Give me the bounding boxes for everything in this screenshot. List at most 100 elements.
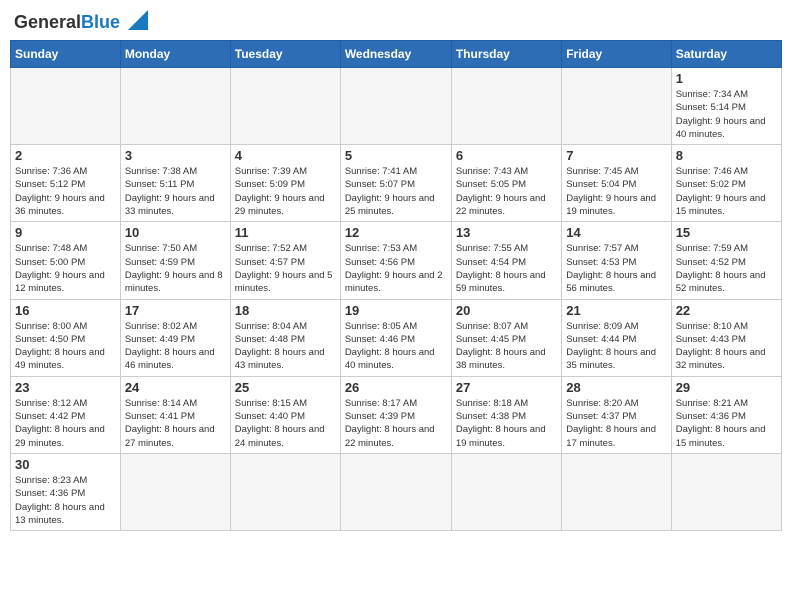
- day-number: 17: [125, 303, 226, 318]
- day-info: Sunrise: 8:23 AM Sunset: 4:36 PM Dayligh…: [15, 474, 116, 527]
- day-info: Sunrise: 7:59 AM Sunset: 4:52 PM Dayligh…: [676, 242, 777, 295]
- day-cell: 25Sunrise: 8:15 AM Sunset: 4:40 PM Dayli…: [230, 376, 340, 453]
- day-cell: 27 Sunrise: 8:18 AM Sunset: 4:38 PM Dayli…: [451, 376, 561, 453]
- day-number: 2: [15, 148, 116, 163]
- weekday-header-wednesday: Wednesday: [340, 41, 451, 68]
- day-number: 20: [456, 303, 557, 318]
- day-cell: 3 Sunrise: 7:38 AM Sunset: 5:11 PM Daylig…: [120, 145, 230, 222]
- day-info: Sunrise: 7:52 AM Sunset: 4:57 PM Dayligh…: [235, 242, 336, 295]
- day-cell: [562, 453, 671, 530]
- week-row-2: 2 Sunrise: 7:36 AM Sunset: 5:12 PM Daylig…: [11, 145, 782, 222]
- day-cell: [451, 68, 561, 145]
- day-number: 26: [345, 380, 447, 395]
- day-number: 1: [676, 71, 777, 86]
- day-number: 5: [345, 148, 447, 163]
- day-cell: 22 Sunrise: 8:10 AM Sunset: 4:43 PM Dayli…: [671, 299, 781, 376]
- week-row-1: 1 Sunrise: 7:34 AM Sunset: 5:14 PM Daylig…: [11, 68, 782, 145]
- day-number: 7: [566, 148, 666, 163]
- day-info: Sunrise: 8:15 AM Sunset: 4:40 PM Dayligh…: [235, 397, 336, 450]
- day-cell: [340, 68, 451, 145]
- day-info: Sunrise: 7:57 AM Sunset: 4:53 PM Dayligh…: [566, 242, 666, 295]
- day-number: 3: [125, 148, 226, 163]
- weekday-header-row: SundayMondayTuesdayWednesdayThursdayFrid…: [11, 41, 782, 68]
- day-cell: 24Sunrise: 8:14 AM Sunset: 4:41 PM Dayli…: [120, 376, 230, 453]
- day-cell: 29 Sunrise: 8:21 AM Sunset: 4:36 PM Dayli…: [671, 376, 781, 453]
- day-info: Sunrise: 7:53 AM Sunset: 4:56 PM Dayligh…: [345, 242, 447, 295]
- logo-icon: [124, 6, 152, 34]
- day-cell: 17 Sunrise: 8:02 AM Sunset: 4:49 PM Dayli…: [120, 299, 230, 376]
- day-info: Sunrise: 8:18 AM Sunset: 4:38 PM Dayligh…: [456, 397, 557, 450]
- day-number: 14: [566, 225, 666, 240]
- day-info: Sunrise: 7:45 AM Sunset: 5:04 PM Dayligh…: [566, 165, 666, 218]
- day-cell: 1 Sunrise: 7:34 AM Sunset: 5:14 PM Daylig…: [671, 68, 781, 145]
- day-info: Sunrise: 7:38 AM Sunset: 5:11 PM Dayligh…: [125, 165, 226, 218]
- day-cell: [340, 453, 451, 530]
- logo-text: GeneralBlue: [14, 13, 120, 31]
- day-number: 21: [566, 303, 666, 318]
- header: GeneralBlue: [10, 10, 782, 34]
- day-info: Sunrise: 7:48 AM Sunset: 5:00 PM Dayligh…: [15, 242, 116, 295]
- day-cell: [230, 453, 340, 530]
- day-number: 19: [345, 303, 447, 318]
- day-cell: 18Sunrise: 8:04 AM Sunset: 4:48 PM Dayli…: [230, 299, 340, 376]
- day-number: 6: [456, 148, 557, 163]
- day-cell: 2 Sunrise: 7:36 AM Sunset: 5:12 PM Daylig…: [11, 145, 121, 222]
- day-number: 27: [456, 380, 557, 395]
- day-number: 13: [456, 225, 557, 240]
- day-number: 24: [125, 380, 226, 395]
- calendar-header: SundayMondayTuesdayWednesdayThursdayFrid…: [11, 41, 782, 68]
- day-info: Sunrise: 8:07 AM Sunset: 4:45 PM Dayligh…: [456, 320, 557, 373]
- calendar: SundayMondayTuesdayWednesdayThursdayFrid…: [10, 40, 782, 531]
- week-row-4: 16 Sunrise: 8:00 AM Sunset: 4:50 PM Dayli…: [11, 299, 782, 376]
- day-number: 22: [676, 303, 777, 318]
- logo: GeneralBlue: [14, 10, 152, 34]
- day-cell: [11, 68, 121, 145]
- day-cell: [451, 453, 561, 530]
- day-cell: 19 Sunrise: 8:05 AM Sunset: 4:46 PM Dayli…: [340, 299, 451, 376]
- day-info: Sunrise: 7:55 AM Sunset: 4:54 PM Dayligh…: [456, 242, 557, 295]
- day-info: Sunrise: 8:02 AM Sunset: 4:49 PM Dayligh…: [125, 320, 226, 373]
- day-number: 4: [235, 148, 336, 163]
- day-number: 28: [566, 380, 666, 395]
- day-info: Sunrise: 8:09 AM Sunset: 4:44 PM Dayligh…: [566, 320, 666, 373]
- day-info: Sunrise: 8:17 AM Sunset: 4:39 PM Dayligh…: [345, 397, 447, 450]
- weekday-header-tuesday: Tuesday: [230, 41, 340, 68]
- day-cell: 26 Sunrise: 8:17 AM Sunset: 4:39 PM Dayli…: [340, 376, 451, 453]
- weekday-header-thursday: Thursday: [451, 41, 561, 68]
- day-cell: [120, 453, 230, 530]
- day-number: 16: [15, 303, 116, 318]
- day-number: 12: [345, 225, 447, 240]
- day-cell: [120, 68, 230, 145]
- day-info: Sunrise: 8:12 AM Sunset: 4:42 PM Dayligh…: [15, 397, 116, 450]
- day-info: Sunrise: 8:04 AM Sunset: 4:48 PM Dayligh…: [235, 320, 336, 373]
- day-cell: 9 Sunrise: 7:48 AM Sunset: 5:00 PM Daylig…: [11, 222, 121, 299]
- logo-blue: Blue: [81, 12, 120, 32]
- day-info: Sunrise: 8:00 AM Sunset: 4:50 PM Dayligh…: [15, 320, 116, 373]
- day-cell: 16 Sunrise: 8:00 AM Sunset: 4:50 PM Dayli…: [11, 299, 121, 376]
- week-row-6: 30Sunrise: 8:23 AM Sunset: 4:36 PM Dayli…: [11, 453, 782, 530]
- day-info: Sunrise: 8:05 AM Sunset: 4:46 PM Dayligh…: [345, 320, 447, 373]
- day-number: 23: [15, 380, 116, 395]
- day-number: 9: [15, 225, 116, 240]
- day-cell: 6 Sunrise: 7:43 AM Sunset: 5:05 PM Daylig…: [451, 145, 561, 222]
- weekday-header-friday: Friday: [562, 41, 671, 68]
- day-info: Sunrise: 7:46 AM Sunset: 5:02 PM Dayligh…: [676, 165, 777, 218]
- day-number: 29: [676, 380, 777, 395]
- day-cell: 20 Sunrise: 8:07 AM Sunset: 4:45 PM Dayli…: [451, 299, 561, 376]
- day-info: Sunrise: 7:34 AM Sunset: 5:14 PM Dayligh…: [676, 88, 777, 141]
- day-cell: 8 Sunrise: 7:46 AM Sunset: 5:02 PM Daylig…: [671, 145, 781, 222]
- day-info: Sunrise: 7:41 AM Sunset: 5:07 PM Dayligh…: [345, 165, 447, 218]
- day-info: Sunrise: 8:10 AM Sunset: 4:43 PM Dayligh…: [676, 320, 777, 373]
- day-info: Sunrise: 8:21 AM Sunset: 4:36 PM Dayligh…: [676, 397, 777, 450]
- weekday-header-saturday: Saturday: [671, 41, 781, 68]
- day-number: 8: [676, 148, 777, 163]
- day-cell: 21 Sunrise: 8:09 AM Sunset: 4:44 PM Dayli…: [562, 299, 671, 376]
- calendar-body: 1 Sunrise: 7:34 AM Sunset: 5:14 PM Daylig…: [11, 68, 782, 531]
- day-cell: 10Sunrise: 7:50 AM Sunset: 4:59 PM Dayli…: [120, 222, 230, 299]
- weekday-header-monday: Monday: [120, 41, 230, 68]
- day-info: Sunrise: 7:36 AM Sunset: 5:12 PM Dayligh…: [15, 165, 116, 218]
- day-info: Sunrise: 8:20 AM Sunset: 4:37 PM Dayligh…: [566, 397, 666, 450]
- day-cell: 13 Sunrise: 7:55 AM Sunset: 4:54 PM Dayli…: [451, 222, 561, 299]
- day-info: Sunrise: 7:43 AM Sunset: 5:05 PM Dayligh…: [456, 165, 557, 218]
- day-number: 11: [235, 225, 336, 240]
